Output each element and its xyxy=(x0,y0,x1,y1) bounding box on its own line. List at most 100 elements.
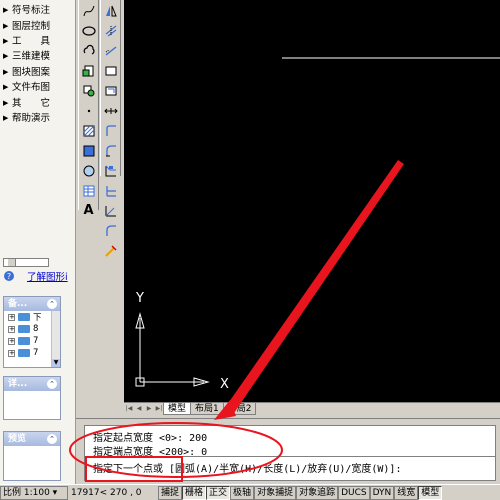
ucs-y-label: Y xyxy=(135,291,144,306)
multiline-text-icon: A xyxy=(83,203,94,218)
ellipse-icon xyxy=(81,25,96,36)
tree-scrollbar[interactable]: ▼ xyxy=(51,311,60,367)
extend-button[interactable] xyxy=(101,141,120,160)
insert-block-icon xyxy=(82,65,93,76)
revcloud-icon xyxy=(83,44,95,55)
table-button[interactable] xyxy=(79,181,98,200)
layout-tabs: |◀ ◀ ▶ ▶| 模型 布局1 布局2 xyxy=(124,402,500,415)
rotate-button[interactable] xyxy=(101,81,120,100)
menu-item-tools[interactable]: ▶ 工 具 xyxy=(2,34,74,49)
ducs-toggle[interactable]: DUCS xyxy=(338,485,370,500)
mirror-button[interactable] xyxy=(101,1,120,20)
scroll-down-icon[interactable]: ▼ xyxy=(52,359,60,367)
menu-item-symbol-annotation[interactable]: ▶ 符号标注 xyxy=(2,3,74,18)
gradient-button[interactable] xyxy=(79,141,98,160)
folder-icon xyxy=(18,325,30,333)
scale-button[interactable] xyxy=(101,241,120,260)
menu-item-file-layout[interactable]: ▶ 文件布图 xyxy=(2,80,74,95)
array-button[interactable] xyxy=(101,41,120,60)
hatch-button[interactable] xyxy=(79,121,98,140)
dyn-toggle[interactable]: DYN xyxy=(369,485,395,500)
command-prompt-line[interactable]: 指定下一个点或 [圆弧(A)/半宽(H)/长度(L)/放弃(U)/宽度(W)]: xyxy=(93,460,401,475)
mirror-icon xyxy=(105,5,117,16)
fillet-button[interactable] xyxy=(101,181,120,200)
mini-slider[interactable] xyxy=(3,258,49,267)
move-button[interactable] xyxy=(101,61,120,80)
chamfer-icon xyxy=(105,165,116,176)
ortho-toggle[interactable]: 正交 xyxy=(206,485,231,500)
otrack-toggle[interactable]: 对象追踪 xyxy=(296,485,339,500)
trim-icon xyxy=(105,124,116,136)
expand-plus-icon[interactable]: + xyxy=(8,349,15,357)
folder-tree: + 下 +8 +7 +7 ▼ xyxy=(4,311,60,367)
learn-graphics-link[interactable]: 了解图形i xyxy=(27,269,68,283)
point-button[interactable] xyxy=(79,101,98,120)
fillet-icon xyxy=(105,185,116,197)
menu-arrow-icon: ▶ xyxy=(3,67,9,76)
expand-plus-icon[interactable]: + xyxy=(8,313,15,321)
collapse-chevron-icon[interactable]: ⌃ xyxy=(47,434,57,444)
explode-button[interactable] xyxy=(101,201,120,220)
grid-toggle[interactable]: 栅格 xyxy=(182,485,207,500)
snap-toggle[interactable]: 捕捉 xyxy=(158,485,183,500)
menu-arrow-icon: ▶ xyxy=(3,83,9,92)
menu-item-help-demo[interactable]: ▶ 帮助演示 xyxy=(2,111,74,126)
slider-knob[interactable] xyxy=(8,259,16,266)
preview-panel-header[interactable]: 预览 ⌃ xyxy=(4,432,60,446)
polar-toggle[interactable]: 极轴 xyxy=(230,485,255,500)
make-block-icon xyxy=(83,85,94,96)
spline-icon xyxy=(83,5,94,16)
design-center-link-row: ? 了解图形i xyxy=(3,256,73,286)
make-block-button[interactable] xyxy=(79,81,98,100)
prev-tab-icon[interactable]: ◀ xyxy=(134,404,144,414)
folder-icon xyxy=(18,337,30,345)
offset-icon xyxy=(105,25,116,36)
first-tab-icon[interactable]: |◀ xyxy=(124,404,134,414)
folder-icon xyxy=(18,349,30,357)
array-icon xyxy=(105,45,116,56)
scale-selector[interactable]: 比例 1:100 ▾ xyxy=(0,485,68,500)
gradient-icon xyxy=(83,145,94,156)
status-bar: 比例 1:100 ▾ 17917< 270 , 0 捕捉 栅格 正交 极轴 对象… xyxy=(0,484,500,500)
details-body xyxy=(4,391,60,419)
next-tab-icon[interactable]: ▶ xyxy=(144,404,154,414)
drawing-canvas[interactable]: Y X xyxy=(124,0,500,402)
ucs-icon: Y X xyxy=(135,291,229,392)
insert-block-button[interactable] xyxy=(79,61,98,80)
tree-panel-header[interactable]: 备... ⌃ xyxy=(4,297,60,311)
multiline-text-button[interactable]: A xyxy=(79,201,98,220)
explode-icon xyxy=(105,205,116,216)
offset-button[interactable] xyxy=(101,21,120,40)
tree-panel: 备... ⌃ + 下 +8 +7 +7 ▼ xyxy=(3,296,61,368)
break-button[interactable] xyxy=(101,221,120,240)
collapse-chevron-icon[interactable]: ⌃ xyxy=(47,379,57,389)
expand-plus-icon[interactable]: + xyxy=(8,325,15,333)
menu-item-layer-control[interactable]: ▶ 图层控制 xyxy=(2,18,74,33)
model-space-toggle[interactable]: 模型 xyxy=(418,485,443,500)
chamfer-button[interactable] xyxy=(101,161,120,180)
tab-layout2[interactable]: 布局2 xyxy=(222,403,257,415)
spline-button[interactable] xyxy=(79,1,98,20)
command-window: 指定起点宽度 <0>: 200 指定端点宽度 <200>: 0 指定下一个点或 … xyxy=(76,418,500,482)
region-button[interactable] xyxy=(79,161,98,180)
details-panel-header[interactable]: 详... ⌃ xyxy=(4,377,60,391)
osnap-toggle[interactable]: 对象捕捉 xyxy=(254,485,297,500)
menu-list: ▶ 符号标注 ▶ 图层控制 ▶ 工 具 ▶ 三维建模 ▶ 图块图案 ▶ 文件布图 ▶ 其 它 … xyxy=(2,3,74,126)
trim-button[interactable] xyxy=(101,121,120,140)
tab-layout1[interactable]: 布局1 xyxy=(190,403,224,415)
command-history-line: 指定起点宽度 <0>: 200 xyxy=(93,433,208,444)
revcloud-button[interactable] xyxy=(79,41,98,60)
command-separator xyxy=(85,456,495,457)
region-icon xyxy=(83,165,94,176)
ellipse-button[interactable] xyxy=(79,21,98,40)
stretch-button[interactable] xyxy=(101,101,120,120)
menu-item-3d-modeling[interactable]: ▶ 三维建模 xyxy=(2,49,74,64)
menu-item-block-pattern[interactable]: ▶ 图块图案 xyxy=(2,65,74,80)
expand-plus-icon[interactable]: + xyxy=(8,337,15,345)
tab-model[interactable]: 模型 xyxy=(163,403,192,415)
menu-item-others[interactable]: ▶ 其 它 xyxy=(2,95,74,110)
lineweight-toggle[interactable]: 线宽 xyxy=(394,485,419,500)
collapse-chevron-icon[interactable]: ⌃ xyxy=(47,299,57,309)
draw-toolbar: A xyxy=(78,0,99,218)
command-history[interactable]: 指定起点宽度 <0>: 200 指定端点宽度 <200>: 0 指定下一个点或 … xyxy=(84,425,496,481)
